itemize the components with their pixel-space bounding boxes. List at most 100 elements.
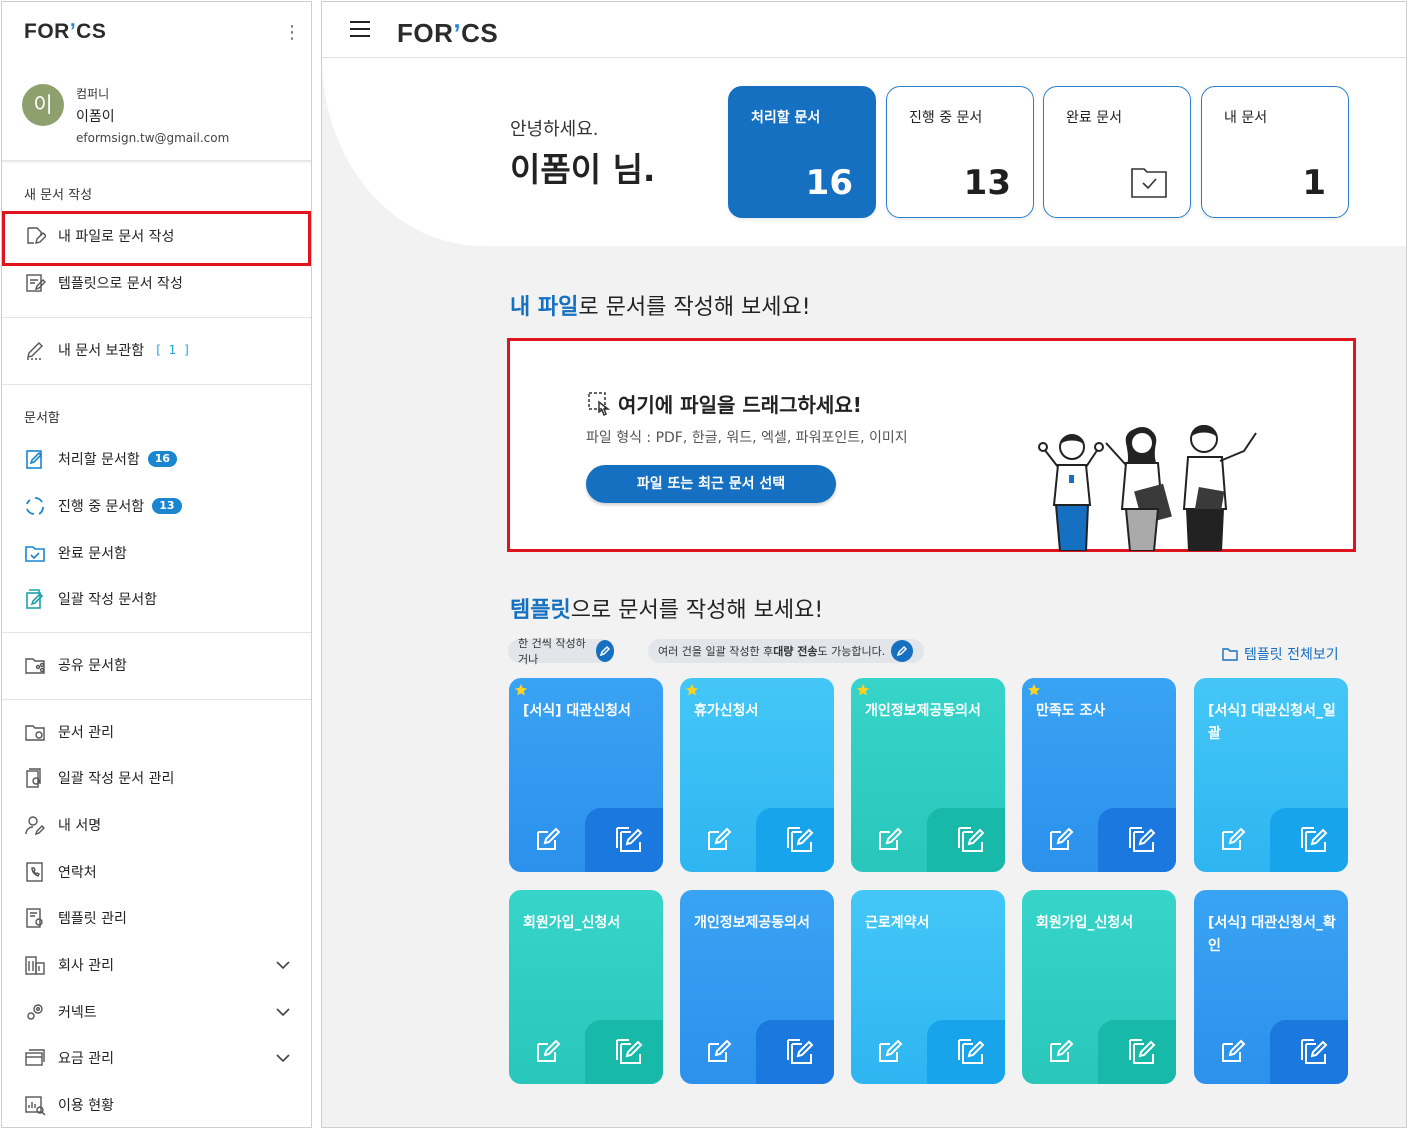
chevron-down-icon[interactable] (273, 955, 293, 975)
greeting-name: 이폼이 님. (510, 150, 656, 189)
template-title: 근로계약서 (865, 915, 930, 931)
nav-connect[interactable]: 커넥트 (2, 990, 311, 1034)
template-card[interactable]: 휴가신청서 (680, 678, 834, 872)
drag-file-icon (588, 391, 611, 416)
template-card[interactable]: [서식] 대관신청서_일괄 (1194, 678, 1348, 872)
folder-check-icon (24, 542, 46, 564)
edit-bulk-icon[interactable] (1298, 824, 1328, 854)
stat-inprogress-card[interactable]: 진행 중 문서 13 (886, 86, 1034, 218)
template-card[interactable]: [서식] 대관신청서 (509, 678, 663, 872)
card-stack-icon (24, 1047, 46, 1069)
nav-inprogress-box[interactable]: 진행 중 문서함 13 (2, 484, 311, 528)
edit-bulk-icon[interactable] (613, 824, 643, 854)
template-card[interactable]: 근로계약서 (851, 890, 1005, 1084)
star-icon[interactable] (856, 683, 870, 697)
star-icon[interactable] (514, 683, 528, 697)
forcs-logo[interactable]: FORʼCS (24, 20, 106, 44)
edit-single-icon[interactable] (1220, 826, 1246, 852)
edit-bulk-icon[interactable] (784, 1036, 814, 1066)
nav-my-drafts[interactable]: 내 문서 보관함 [ 1 ] (2, 328, 311, 372)
nav-my-signature[interactable]: 내 서명 (2, 803, 311, 847)
gears-icon (24, 1001, 46, 1023)
sidebar: FORʼCS ⋮ 이 컴퍼니 이폼이 eformsign.tw@gmail.co… (1, 1, 312, 1128)
view-all-templates-link[interactable]: 템플릿 전체보기 (1222, 644, 1339, 664)
nav-bulk-box[interactable]: 일괄 작성 문서함 (2, 577, 311, 621)
edit-bulk-icon[interactable] (1126, 1036, 1156, 1066)
nav-usage[interactable]: 이용 현황 (2, 1083, 311, 1127)
stat-todo-card[interactable]: 처리할 문서 16 (728, 86, 876, 218)
edit-single-icon[interactable] (1048, 826, 1074, 852)
todo-count-badge: 16 (147, 451, 178, 467)
star-icon[interactable] (685, 683, 699, 697)
nav-label: 내 서명 (58, 818, 102, 834)
template-card[interactable]: 개인정보제공동의서 (680, 890, 834, 1084)
nav-label: 이용 현황 (58, 1098, 114, 1114)
template-card[interactable]: 회원가입_신청서 (509, 890, 663, 1084)
template-title: 회원가입_신청서 (523, 915, 621, 931)
stat-completed-card[interactable]: 완료 문서 (1043, 86, 1191, 218)
edit-single-icon[interactable] (1220, 1038, 1246, 1064)
edit-bulk-icon[interactable] (955, 1036, 985, 1066)
nav-company-manage[interactable]: 회사 관리 (2, 943, 311, 987)
edit-single-icon[interactable] (1048, 1038, 1074, 1064)
nav-new-from-template[interactable]: 템플릿으로 문서 작성 (2, 261, 311, 305)
stat-my-docs-card[interactable]: 내 문서 1 (1201, 86, 1349, 218)
template-card[interactable]: [서식] 대관신청서_확인 (1194, 890, 1348, 1084)
nav-bulk-manage[interactable]: 일괄 작성 문서 관리 (2, 756, 311, 800)
nav-label: 처리할 문서함 (58, 452, 140, 468)
more-options-icon[interactable]: ⋮ (283, 22, 301, 44)
user-email: eformsign.tw@gmail.com (76, 131, 230, 145)
template-section-heading: 템플릿으로 문서를 작성해 보세요! (510, 598, 824, 623)
doc-edit-icon (24, 448, 46, 470)
nav-label: 문서 관리 (58, 725, 114, 741)
edit-bulk-icon[interactable] (784, 824, 814, 854)
nav-todo-box[interactable]: 처리할 문서함 16 (2, 437, 311, 481)
chevron-down-icon[interactable] (273, 1048, 293, 1068)
nav-label: 공유 문서함 (58, 658, 127, 674)
forcs-logo[interactable]: FORʼCS (397, 18, 498, 49)
hamburger-menu-icon[interactable] (350, 21, 370, 37)
nav-label: 내 문서 보관함 (58, 343, 145, 359)
edit-single-icon[interactable] (877, 826, 903, 852)
folder-icon (1222, 648, 1238, 661)
star-icon[interactable] (1027, 683, 1041, 697)
template-title: 개인정보제공동의서 (865, 703, 981, 719)
nav-template-manage[interactable]: 템플릿 관리 (2, 896, 311, 940)
section-label-new: 새 문서 작성 (24, 188, 93, 203)
edit-single-icon[interactable] (706, 826, 732, 852)
edit-bulk-icon[interactable] (613, 1036, 643, 1066)
edit-single-icon[interactable] (706, 1038, 732, 1064)
edit-icon (596, 640, 614, 662)
nav-completed-box[interactable]: 완료 문서함 (2, 531, 311, 575)
edit-single-icon[interactable] (535, 826, 561, 852)
template-title: [서식] 대관신청서_확인 (1208, 915, 1336, 954)
template-gear-icon (24, 907, 46, 929)
chevron-down-icon[interactable] (273, 1002, 293, 1022)
file-drop-zone[interactable]: 여기에 파일을 드래그하세요! 파일 형식 : PDF, 한글, 워드, 엑셀,… (507, 338, 1356, 552)
template-card[interactable]: 만족도 조사 (1022, 678, 1176, 872)
stat-value: 13 (963, 163, 1011, 203)
edit-bulk-icon[interactable] (1126, 824, 1156, 854)
select-file-button[interactable]: 파일 또는 최근 문서 선택 (586, 465, 836, 503)
avatar[interactable]: 이 (22, 84, 64, 126)
template-title: [서식] 대관신청서_일괄 (1208, 703, 1336, 742)
nav-contacts[interactable]: 연락처 (2, 850, 311, 894)
nav-shared-box[interactable]: 공유 문서함 (2, 643, 311, 687)
people-illustration (1038, 425, 1257, 551)
template-title: 만족도 조사 (1036, 703, 1106, 719)
divider (2, 317, 311, 318)
hint-bulk: 여러 건을 일괄 작성한 후 대량 전송 도 가능합니다. (648, 639, 924, 663)
template-title: [서식] 대관신청서 (523, 703, 631, 719)
template-card[interactable]: 개인정보제공동의서 (851, 678, 1005, 872)
divider (2, 160, 311, 163)
edit-single-icon[interactable] (877, 1038, 903, 1064)
edit-bulk-icon[interactable] (955, 824, 985, 854)
nav-label: 일괄 작성 문서 관리 (58, 771, 175, 787)
divider (2, 632, 311, 633)
template-title: 휴가신청서 (694, 703, 759, 719)
nav-billing[interactable]: 요금 관리 (2, 1036, 311, 1080)
edit-bulk-icon[interactable] (1298, 1036, 1328, 1066)
edit-single-icon[interactable] (535, 1038, 561, 1064)
nav-doc-manage[interactable]: 문서 관리 (2, 710, 311, 754)
template-card[interactable]: 회원가입_신청서 (1022, 890, 1176, 1084)
